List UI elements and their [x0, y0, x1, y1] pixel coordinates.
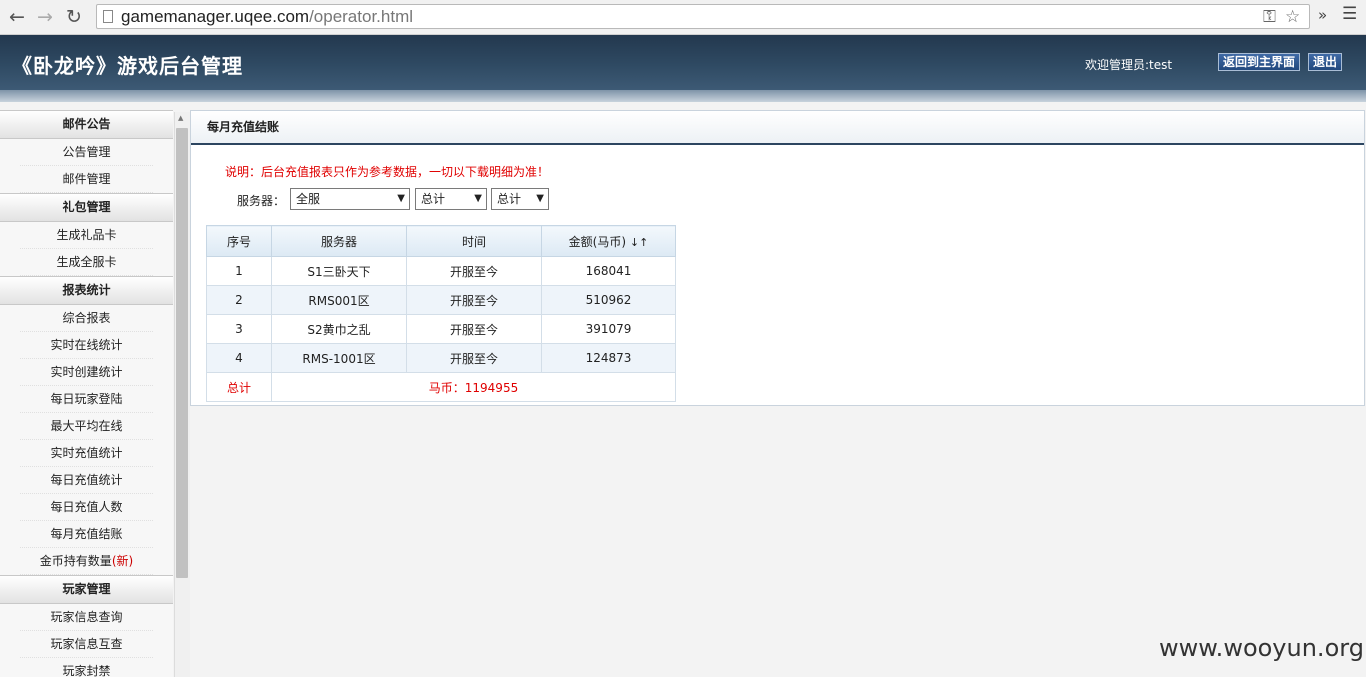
table-row: 3 S2黄巾之乱 开服至今 391079	[206, 314, 676, 344]
sidebar-scrollbar[interactable]: ▲	[174, 112, 190, 677]
browser-toolbar: ← → ↻ gamemanager.uqee.com/operator.html…	[0, 0, 1366, 35]
sort-icon[interactable]: ↓↑	[630, 236, 648, 249]
forward-arrow-icon[interactable]: →	[34, 6, 56, 28]
table-row: 2 RMS001区 开服至今 510962	[206, 285, 676, 315]
welcome-text: 欢迎管理员:test	[1085, 58, 1173, 72]
sidebar-section-mail[interactable]: 邮件公告	[0, 110, 173, 139]
table-row: 1 S1三卧天下 开服至今 168041	[206, 256, 676, 286]
sidebar-item-gold-holdings[interactable]: 金币持有数量(新)	[20, 548, 153, 575]
sidebar-item-player-query[interactable]: 玩家信息查询	[20, 604, 153, 631]
sidebar-item-realtime-online[interactable]: 实时在线统计	[20, 332, 153, 359]
server-filter-label: 服务器：	[237, 194, 286, 208]
period-select-1[interactable]: 总计 ▼	[415, 188, 487, 210]
dropdown-arrow-icon: ▼	[474, 193, 482, 204]
sidebar-item-monthly-recharge[interactable]: 每月充值结账	[20, 521, 153, 548]
sidebar-item-server-card[interactable]: 生成全服卡	[20, 249, 153, 276]
sidebar-item-player-ban[interactable]: 玩家封禁	[20, 658, 153, 677]
recharge-table: 序号 服务器 时间 金额(马币) ↓↑ 1 S1三卧天下 开服至今 168041…	[206, 225, 676, 402]
menu-icon[interactable]: ☰	[1342, 4, 1357, 24]
back-arrow-icon[interactable]: ←	[6, 6, 28, 28]
total-label: 总计	[206, 372, 272, 402]
sidebar-item-mail[interactable]: 邮件管理	[20, 166, 153, 193]
reload-icon[interactable]: ↻	[63, 6, 85, 28]
total-value: 马币：1194955	[271, 372, 676, 402]
total-row: 总计 马币：1194955	[206, 372, 676, 402]
sidebar-item-overall-report[interactable]: 综合报表	[20, 305, 153, 332]
notice-text: 说明：后台充值报表只作为参考数据，一切以下载明细为准！	[225, 165, 550, 179]
sidebar-item-realtime-create[interactable]: 实时创建统计	[20, 359, 153, 386]
sidebar-section-gifts[interactable]: 礼包管理	[0, 193, 173, 222]
sidebar-item-announcements[interactable]: 公告管理	[20, 139, 153, 166]
header-divider	[0, 90, 1366, 102]
logout-button[interactable]: 退出	[1308, 53, 1343, 71]
sidebar-item-daily-login[interactable]: 每日玩家登陆	[20, 386, 153, 413]
server-select[interactable]: 全服 ▼	[290, 188, 410, 210]
app-header: 《卧龙吟》游戏后台管理 欢迎管理员:test 返回到主界面 退出	[0, 35, 1366, 90]
extensions-overflow-icon[interactable]: »	[1318, 6, 1327, 24]
url-text: gamemanager.uqee.com/operator.html	[121, 7, 414, 26]
back-to-main-button[interactable]: 返回到主界面	[1218, 53, 1301, 71]
sidebar-item-daily-recharge[interactable]: 每日充值统计	[20, 467, 153, 494]
site-title: 《卧龙吟》游戏后台管理	[12, 54, 243, 78]
key-icon[interactable]: ⚿	[1263, 7, 1276, 27]
sidebar-item-realtime-recharge[interactable]: 实时充值统计	[20, 440, 153, 467]
scroll-up-arrow-icon[interactable]: ▲	[178, 114, 183, 122]
column-header-server: 服务器	[271, 225, 407, 257]
address-bar[interactable]: gamemanager.uqee.com/operator.html ⚿ ☆	[96, 4, 1310, 29]
watermark: www.wooyun.org	[1159, 634, 1364, 662]
sidebar-item-max-avg-online[interactable]: 最大平均在线	[20, 413, 153, 440]
page-icon	[103, 10, 113, 23]
dropdown-arrow-icon: ▼	[536, 193, 544, 204]
sidebar-item-player-cross-query[interactable]: 玩家信息互查	[20, 631, 153, 658]
sidebar-item-gift-card[interactable]: 生成礼品卡	[20, 222, 153, 249]
scrollbar-thumb[interactable]	[176, 128, 188, 578]
column-header-time: 时间	[406, 225, 542, 257]
column-header-amount[interactable]: 金额(马币) ↓↑	[541, 225, 676, 257]
main-panel: 每月充值结账 说明：后台充值报表只作为参考数据，一切以下载明细为准！ 服务器： …	[190, 110, 1365, 406]
page-title: 每月充值结账	[191, 111, 1364, 145]
sidebar-item-daily-recharge-users[interactable]: 每日充值人数	[20, 494, 153, 521]
sidebar: 邮件公告 公告管理 邮件管理 礼包管理 生成礼品卡 生成全服卡 报表统计 综合报…	[0, 110, 173, 677]
new-badge: (新)	[111, 554, 134, 568]
period-select-2[interactable]: 总计 ▼	[491, 188, 549, 210]
dropdown-arrow-icon: ▼	[397, 193, 405, 204]
sidebar-section-reports[interactable]: 报表统计	[0, 276, 173, 305]
table-row: 4 RMS-1001区 开服至今 124873	[206, 343, 676, 373]
sidebar-section-players[interactable]: 玩家管理	[0, 575, 173, 604]
bookmark-star-icon[interactable]: ☆	[1285, 7, 1300, 27]
column-header-no: 序号	[206, 225, 272, 257]
